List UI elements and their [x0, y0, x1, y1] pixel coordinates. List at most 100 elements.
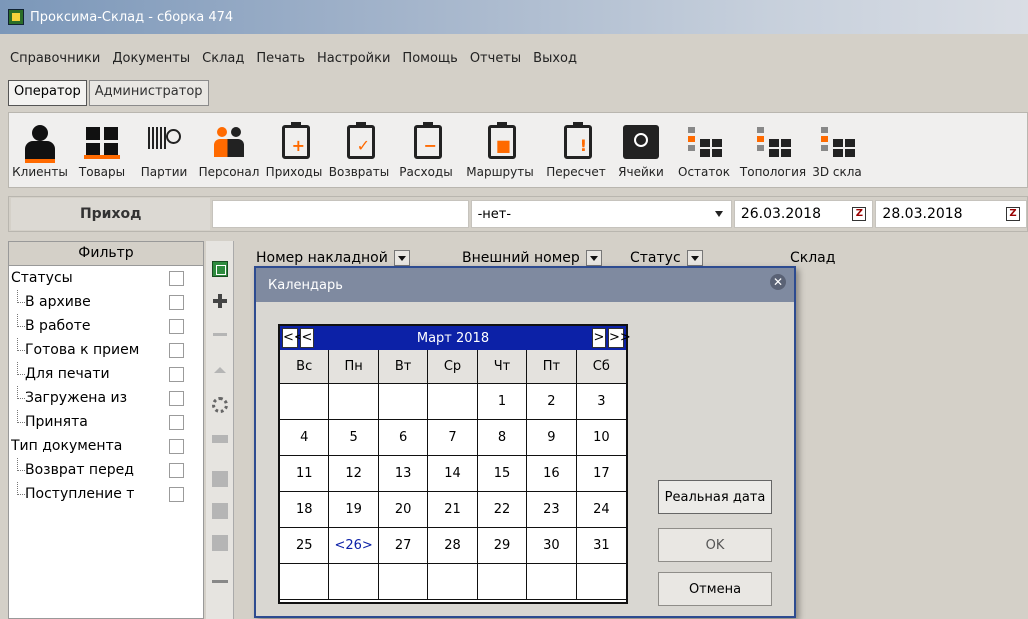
filter-checkbox[interactable] [169, 295, 184, 310]
calendar-day[interactable] [428, 384, 478, 420]
calendar-day[interactable]: 15 [477, 456, 528, 492]
calendar-day[interactable] [477, 564, 528, 600]
next-month-button[interactable]: > [592, 328, 606, 348]
calendar-day[interactable]: 16 [527, 456, 577, 492]
close-icon[interactable]: ✕ [770, 274, 786, 290]
filter-checkbox[interactable] [169, 463, 184, 478]
real-date-button[interactable]: Реальная дата [658, 480, 772, 514]
calendar-day[interactable] [378, 384, 429, 420]
prev-month-button[interactable]: < [300, 328, 314, 348]
sort-icon[interactable] [212, 567, 228, 583]
calendar-day[interactable]: 22 [477, 492, 528, 528]
calendar-day[interactable]: 29 [477, 528, 528, 564]
menu-item-documents[interactable]: Документы [112, 51, 190, 66]
toolbar-3d-warehouse-button[interactable]: 3D скла [809, 113, 865, 187]
calendar-day[interactable]: 2 [527, 384, 577, 420]
calendar-day[interactable]: 4 [280, 420, 330, 456]
chevron-down-icon[interactable] [585, 250, 602, 266]
toolbar-clients-button[interactable]: Клиенты [9, 113, 71, 187]
filter-checkbox[interactable] [169, 367, 184, 382]
import-icon[interactable] [212, 535, 228, 551]
calendar-icon[interactable]: Z [1005, 207, 1020, 221]
calendar-day[interactable]: 7 [428, 420, 478, 456]
filter-checkbox[interactable] [169, 487, 184, 502]
calendar-day[interactable]: 9 [527, 420, 577, 456]
filter-item-accepted[interactable]: Принята [9, 410, 203, 434]
menu-item-help[interactable]: Помощь [402, 51, 457, 66]
toolbar-recount-button[interactable]: ! Пересчет [541, 113, 611, 187]
chevron-down-icon[interactable] [393, 250, 410, 266]
calendar-day[interactable]: 3 [576, 384, 627, 420]
calendar-day[interactable]: 13 [378, 456, 429, 492]
toolbar-receipts-button[interactable]: + Приходы [263, 113, 325, 187]
calendar-day[interactable]: 23 [527, 492, 577, 528]
calendar-day[interactable]: 24 [576, 492, 627, 528]
filter-checkbox[interactable] [169, 439, 184, 454]
menu-item-directories[interactable]: Справочники [10, 51, 100, 66]
toolbar-expenses-button[interactable]: − Расходы [393, 113, 459, 187]
toolbar-goods-button[interactable]: Товары [71, 113, 133, 187]
ok-button[interactable]: OK [658, 528, 772, 562]
status-select[interactable]: -нет- [470, 200, 732, 228]
next-year-button[interactable]: >> [608, 328, 631, 348]
cancel-button[interactable]: Отмена [658, 572, 772, 606]
menu-item-print[interactable]: Печать [256, 51, 305, 66]
calendar-day[interactable]: 19 [329, 492, 379, 528]
calendar-day[interactable]: 10 [576, 420, 627, 456]
calendar-day[interactable] [428, 564, 478, 600]
calendar-day[interactable] [527, 564, 577, 600]
copy-icon[interactable] [212, 471, 228, 487]
chevron-down-icon[interactable] [714, 211, 723, 217]
filter-item-for-print[interactable]: Для печати [9, 362, 203, 386]
calendar-day[interactable]: 27 [378, 528, 429, 564]
filter-item-return[interactable]: Возврат перед [9, 458, 203, 482]
filter-checkbox[interactable] [169, 343, 184, 358]
calendar-day[interactable]: 30 [527, 528, 577, 564]
calendar-day[interactable]: 20 [378, 492, 429, 528]
menu-item-warehouse[interactable]: Склад [202, 51, 244, 66]
calendar-day[interactable]: 25 [280, 528, 330, 564]
menu-item-exit[interactable]: Выход [533, 51, 577, 66]
calendar-day[interactable] [280, 564, 330, 600]
chevron-down-icon[interactable] [686, 250, 703, 266]
toolbar-routes-button[interactable]: ■ Маршруты [459, 113, 541, 187]
calendar-day[interactable] [329, 564, 379, 600]
calendar-day-today[interactable]: <26> [329, 528, 379, 564]
filter-checkbox[interactable] [169, 415, 184, 430]
calendar-day[interactable]: 6 [378, 420, 429, 456]
calendar-day[interactable] [576, 564, 627, 600]
move-up-icon[interactable] [212, 363, 228, 379]
calendar-day[interactable] [378, 564, 429, 600]
calendar-day[interactable]: 28 [428, 528, 478, 564]
calendar-day[interactable]: 8 [477, 420, 528, 456]
filter-item-ready-for-receipt[interactable]: Готова к прием [9, 338, 203, 362]
filter-checkbox[interactable] [169, 319, 184, 334]
calendar-day[interactable]: 17 [576, 456, 627, 492]
toolbar-stock-button[interactable]: Остаток [671, 113, 737, 187]
filter-item-archived[interactable]: В архиве [9, 290, 203, 314]
filter-checkbox[interactable] [169, 391, 184, 406]
refresh-icon[interactable] [212, 397, 228, 413]
remove-icon[interactable] [212, 327, 228, 343]
filter-item-in-progress[interactable]: В работе [9, 314, 203, 338]
calendar-icon[interactable]: Z [852, 207, 867, 221]
calendar-day[interactable]: 14 [428, 456, 478, 492]
date-from-field[interactable]: 26.03.2018 Z [733, 200, 874, 228]
calendar-day[interactable]: 5 [329, 420, 379, 456]
toolbar-cells-button[interactable]: Ячейки [611, 113, 671, 187]
add-icon[interactable] [212, 293, 228, 309]
calendar-day[interactable]: 31 [576, 528, 627, 564]
filter-item-loaded-from[interactable]: Загружена из [9, 386, 203, 410]
edit-icon[interactable] [212, 435, 228, 443]
calendar-day[interactable]: 12 [329, 456, 379, 492]
excel-export-icon[interactable] [212, 261, 228, 277]
date-to-field[interactable]: 28.03.2018 Z [875, 200, 1027, 228]
calendar-day[interactable]: 11 [280, 456, 330, 492]
menu-item-settings[interactable]: Настройки [317, 51, 390, 66]
filter-item-receipt[interactable]: Поступление т [9, 482, 203, 506]
filter-group-statuses[interactable]: Статусы [9, 266, 203, 290]
toolbar-staff-button[interactable]: Персонал [195, 113, 263, 187]
toolbar-batches-button[interactable]: Партии [133, 113, 195, 187]
column-warehouse[interactable]: Склад [786, 247, 986, 269]
calendar-day[interactable] [280, 384, 330, 420]
